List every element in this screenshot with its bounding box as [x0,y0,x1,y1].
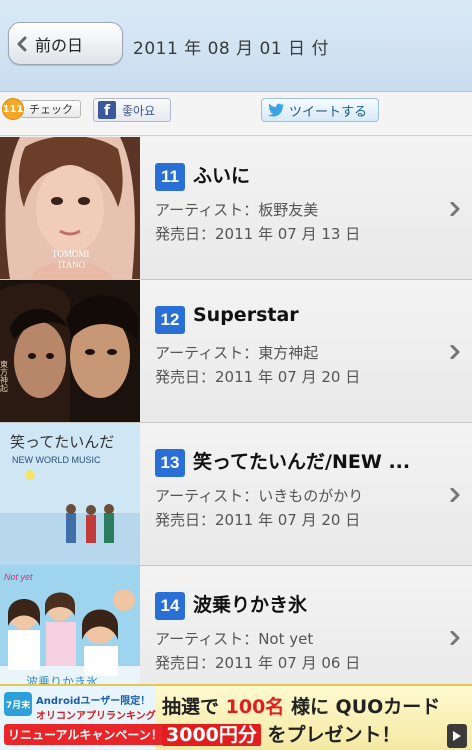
previous-day-button[interactable]: 前の日 [8,22,123,65]
song-title: 波乗りかき氷 [193,594,308,616]
release-date-line: 発売日：2011 年 07 月 13 日 [155,225,361,243]
song-title: ふいに [193,165,251,187]
artist-line: アーティスト：Not yet [155,630,314,648]
ad-lottery-pre: 抽選で [162,696,220,718]
ad-lottery-post: 様に QUOカード [290,696,441,718]
social-bar: 111 チェック f 좋아요 ツイートする [0,92,472,136]
cover-text: 東方神起 [0,359,9,393]
cover-text: NEW WORLD MUSIC [12,455,101,465]
chart-date: 2011 年 08 月 01 日 付 [133,39,329,59]
chevron-right-icon [447,628,463,648]
cover-text: TOMOMI [52,249,89,259]
release-date-line: 発売日：2011 年 07 月 20 日 [155,368,361,386]
ad-prize-post: をプレゼント！ [267,724,401,746]
check-count-badge: 111 [2,98,24,120]
ad-banner[interactable]: 7月末 Androidユーザー限定！ オリコンアプリランキング リニューアルキャ… [0,684,472,750]
ad-subline: 3000円分 をプレゼント！ [162,720,401,747]
artist-line: アーティスト：板野友美 [155,201,319,219]
chevron-left-icon [9,22,35,65]
chevron-right-icon [447,342,463,362]
facebook-like-button[interactable]: f 좋아요 [93,98,171,122]
check-label: チェック [20,100,81,118]
twitter-bird-icon [265,99,287,121]
artist-line: アーティスト：いきものがかり [155,487,364,505]
ad-prize-amount: 3000円分 [162,724,261,746]
check-button[interactable]: 111 チェック [2,98,81,120]
artist-line: アーティスト：東方神起 [155,344,319,362]
rank-badge: 11 [155,163,185,191]
play-icon[interactable] [447,724,467,748]
ad-headline: 抽選で 100名 様に QUOカード [162,692,440,719]
previous-day-label: 前の日 [35,35,84,55]
cover-text: Not yet [4,572,33,582]
album-cover: 笑ってたいんだ NEW WORLD MUSIC [0,423,140,565]
facebook-icon: f [98,101,116,119]
chevron-right-icon [447,199,463,219]
tweet-button[interactable]: ツイートする [261,98,379,122]
ad-line-3: リニューアルキャンペーン！ [4,724,167,745]
ad-left-panel: 7月末 Androidユーザー限定！ オリコンアプリランキング リニューアルキャ… [0,686,167,750]
album-cover: 東方神起 [0,280,140,422]
rank-badge: 12 [155,306,185,334]
ad-line-2: オリコンアプリランキング [36,711,156,722]
list-item[interactable]: 東方神起 12 Superstar アーティスト：東方神起 発売日：2011 年… [0,280,472,423]
rank-badge: 13 [155,449,185,477]
tweet-label: ツイートする [289,104,368,120]
ad-lottery-count: 100名 [225,696,285,718]
rank-badge: 14 [155,592,185,620]
song-title: 笑ってたいんだ/NEW ... [193,451,411,473]
list-item[interactable]: 笑ってたいんだ NEW WORLD MUSIC 13 笑ってたいんだ/NEW .… [0,423,472,566]
ad-month-badge: 7月末 [4,692,32,716]
cover-text: 笑ってたいんだ [10,433,114,451]
header: 前の日 2011 年 08 月 01 日 付 [0,0,472,92]
ad-line-1: Androidユーザー限定！ [36,696,151,707]
release-date-line: 発売日：2011 年 07 月 06 日 [155,654,361,672]
release-date-line: 発売日：2011 年 07 月 20 日 [155,511,361,529]
album-cover: TOMOMI ITANO [0,137,140,279]
facebook-like-label: 좋아요 [122,103,156,118]
song-title: Superstar [193,304,299,326]
ranking-list: TOMOMI ITANO 11 ふいに アーティスト：板野友美 発売日：2011… [0,137,472,709]
list-item[interactable]: TOMOMI ITANO 11 ふいに アーティスト：板野友美 発売日：2011… [0,137,472,280]
cover-text: ITANO [58,260,86,270]
chevron-right-icon [447,485,463,505]
